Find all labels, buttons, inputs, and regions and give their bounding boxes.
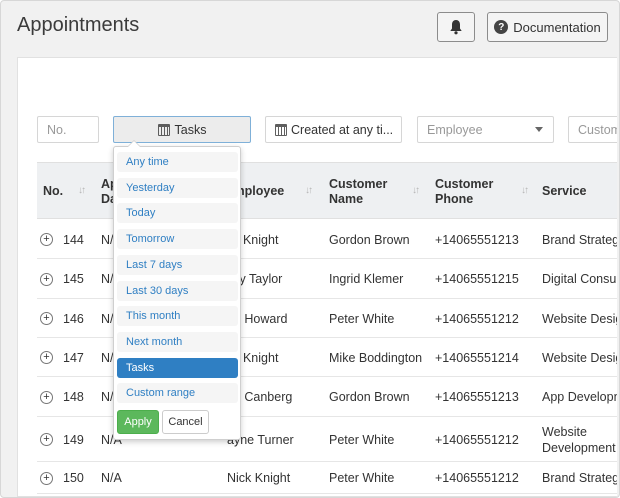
- column-header-employee[interactable]: nployee: [237, 163, 284, 220]
- cell-service: App Developn: [542, 390, 617, 404]
- table-row[interactable]: +150 N/A Nick Knight Peter White +1406555121…: [37, 462, 617, 494]
- chevron-down-icon: [535, 127, 543, 132]
- date-range-label: Tasks: [174, 122, 207, 137]
- employee-select-placeholder: Employee: [427, 122, 483, 137]
- created-filter[interactable]: Created at any ti...: [265, 116, 402, 143]
- documentation-button[interactable]: ? Documentation: [487, 12, 608, 42]
- cell-no: 144: [63, 232, 84, 247]
- cell-customer: Peter White: [329, 311, 395, 326]
- documentation-label: Documentation: [513, 19, 601, 35]
- sort-icon[interactable]: ↓↑: [412, 185, 420, 196]
- date-range-filter[interactable]: Tasks: [113, 116, 251, 143]
- cell-phone: +14065551213: [435, 232, 519, 247]
- cell-customer: Ingrid Klemer: [329, 272, 404, 286]
- expand-row-icon[interactable]: +: [40, 472, 53, 485]
- sort-icon[interactable]: ↓↑: [305, 185, 313, 196]
- cancel-button[interactable]: Cancel: [162, 410, 209, 434]
- cell-no: 150: [63, 471, 84, 485]
- cell-service: Brand Strateg: [542, 232, 617, 247]
- date-range-option[interactable]: Tomorrow: [117, 229, 238, 250]
- cell-phone: +14065551212: [435, 471, 519, 485]
- appointments-panel: No. Tasks Created at any ti... Employee …: [17, 57, 617, 497]
- column-header-customer-phone[interactable]: Customer Phone: [435, 163, 493, 220]
- date-range-option[interactable]: Last 7 days: [117, 254, 238, 275]
- expand-row-icon[interactable]: +: [40, 233, 53, 246]
- date-range-option[interactable]: Custom range: [117, 383, 238, 404]
- customer-select[interactable]: Custom: [568, 116, 617, 143]
- cell-phone: +14065551212: [435, 432, 519, 447]
- sort-icon[interactable]: ↓↑: [521, 185, 529, 196]
- cell-phone: +14065551215: [435, 272, 519, 286]
- date-range-option[interactable]: Next month: [117, 331, 238, 352]
- cell-service: Website Development: [542, 424, 616, 455]
- calendar-icon: [275, 123, 287, 136]
- date-range-option[interactable]: Yesterday: [117, 177, 238, 198]
- expand-row-icon[interactable]: +: [40, 351, 53, 364]
- cell-no: 147: [63, 350, 84, 365]
- employee-select[interactable]: Employee: [417, 116, 554, 143]
- cell-customer: Mike Boddington: [329, 350, 423, 365]
- apply-button[interactable]: Apply: [117, 410, 159, 434]
- cell-employee: Nick Knight: [227, 471, 291, 485]
- cell-no: 148: [63, 390, 84, 404]
- date-range-option[interactable]: This month: [117, 306, 238, 327]
- expand-row-icon[interactable]: +: [40, 433, 53, 446]
- notifications-button[interactable]: [437, 12, 475, 42]
- app-window: Appointments ? Documentation No. Tasks C…: [0, 0, 620, 498]
- column-header-customer-name[interactable]: Customer Name: [329, 163, 387, 220]
- cell-service: Website Desig: [542, 311, 617, 326]
- expand-row-icon[interactable]: +: [40, 273, 53, 286]
- cell-no: 146: [63, 311, 84, 326]
- created-filter-label: Created at any ti...: [291, 122, 394, 137]
- date-range-option[interactable]: Today: [117, 203, 238, 224]
- cell-phone: +14065551213: [435, 390, 519, 404]
- question-icon: ?: [494, 20, 509, 34]
- cell-phone: +14065551212: [435, 311, 519, 326]
- expand-row-icon[interactable]: +: [40, 391, 53, 404]
- calendar-icon: [157, 123, 170, 136]
- cell-customer: Gordon Brown: [329, 232, 410, 247]
- bell-icon: [450, 20, 462, 35]
- page-title: Appointments: [17, 14, 140, 36]
- date-range-option[interactable]: Tasks: [117, 357, 238, 378]
- number-filter-input[interactable]: No.: [37, 116, 99, 143]
- cell-service: Brand Strateg: [542, 471, 617, 485]
- cell-no: 149: [63, 432, 84, 447]
- column-header-no[interactable]: No.: [43, 163, 63, 220]
- cell-service: Digital Consu: [542, 272, 617, 286]
- cell-customer: Gordon Brown: [329, 390, 410, 404]
- column-header-service[interactable]: Service: [542, 163, 586, 220]
- cell-customer: Peter White: [329, 432, 395, 447]
- date-range-option[interactable]: Last 30 days: [117, 280, 238, 301]
- date-range-dropdown: Any time Yesterday Today Tomorrow Last 7 day…: [113, 140, 241, 440]
- sort-icon[interactable]: ↓↑: [78, 185, 86, 196]
- cell-no: 145: [63, 272, 84, 286]
- date-range-option[interactable]: Any time: [117, 152, 238, 172]
- cell-customer: Peter White: [329, 471, 395, 485]
- cell-service: Website Desig: [542, 350, 617, 365]
- expand-row-icon[interactable]: +: [40, 312, 53, 325]
- cell-phone: +14065551214: [435, 350, 519, 365]
- cell-date: N/A: [101, 471, 122, 485]
